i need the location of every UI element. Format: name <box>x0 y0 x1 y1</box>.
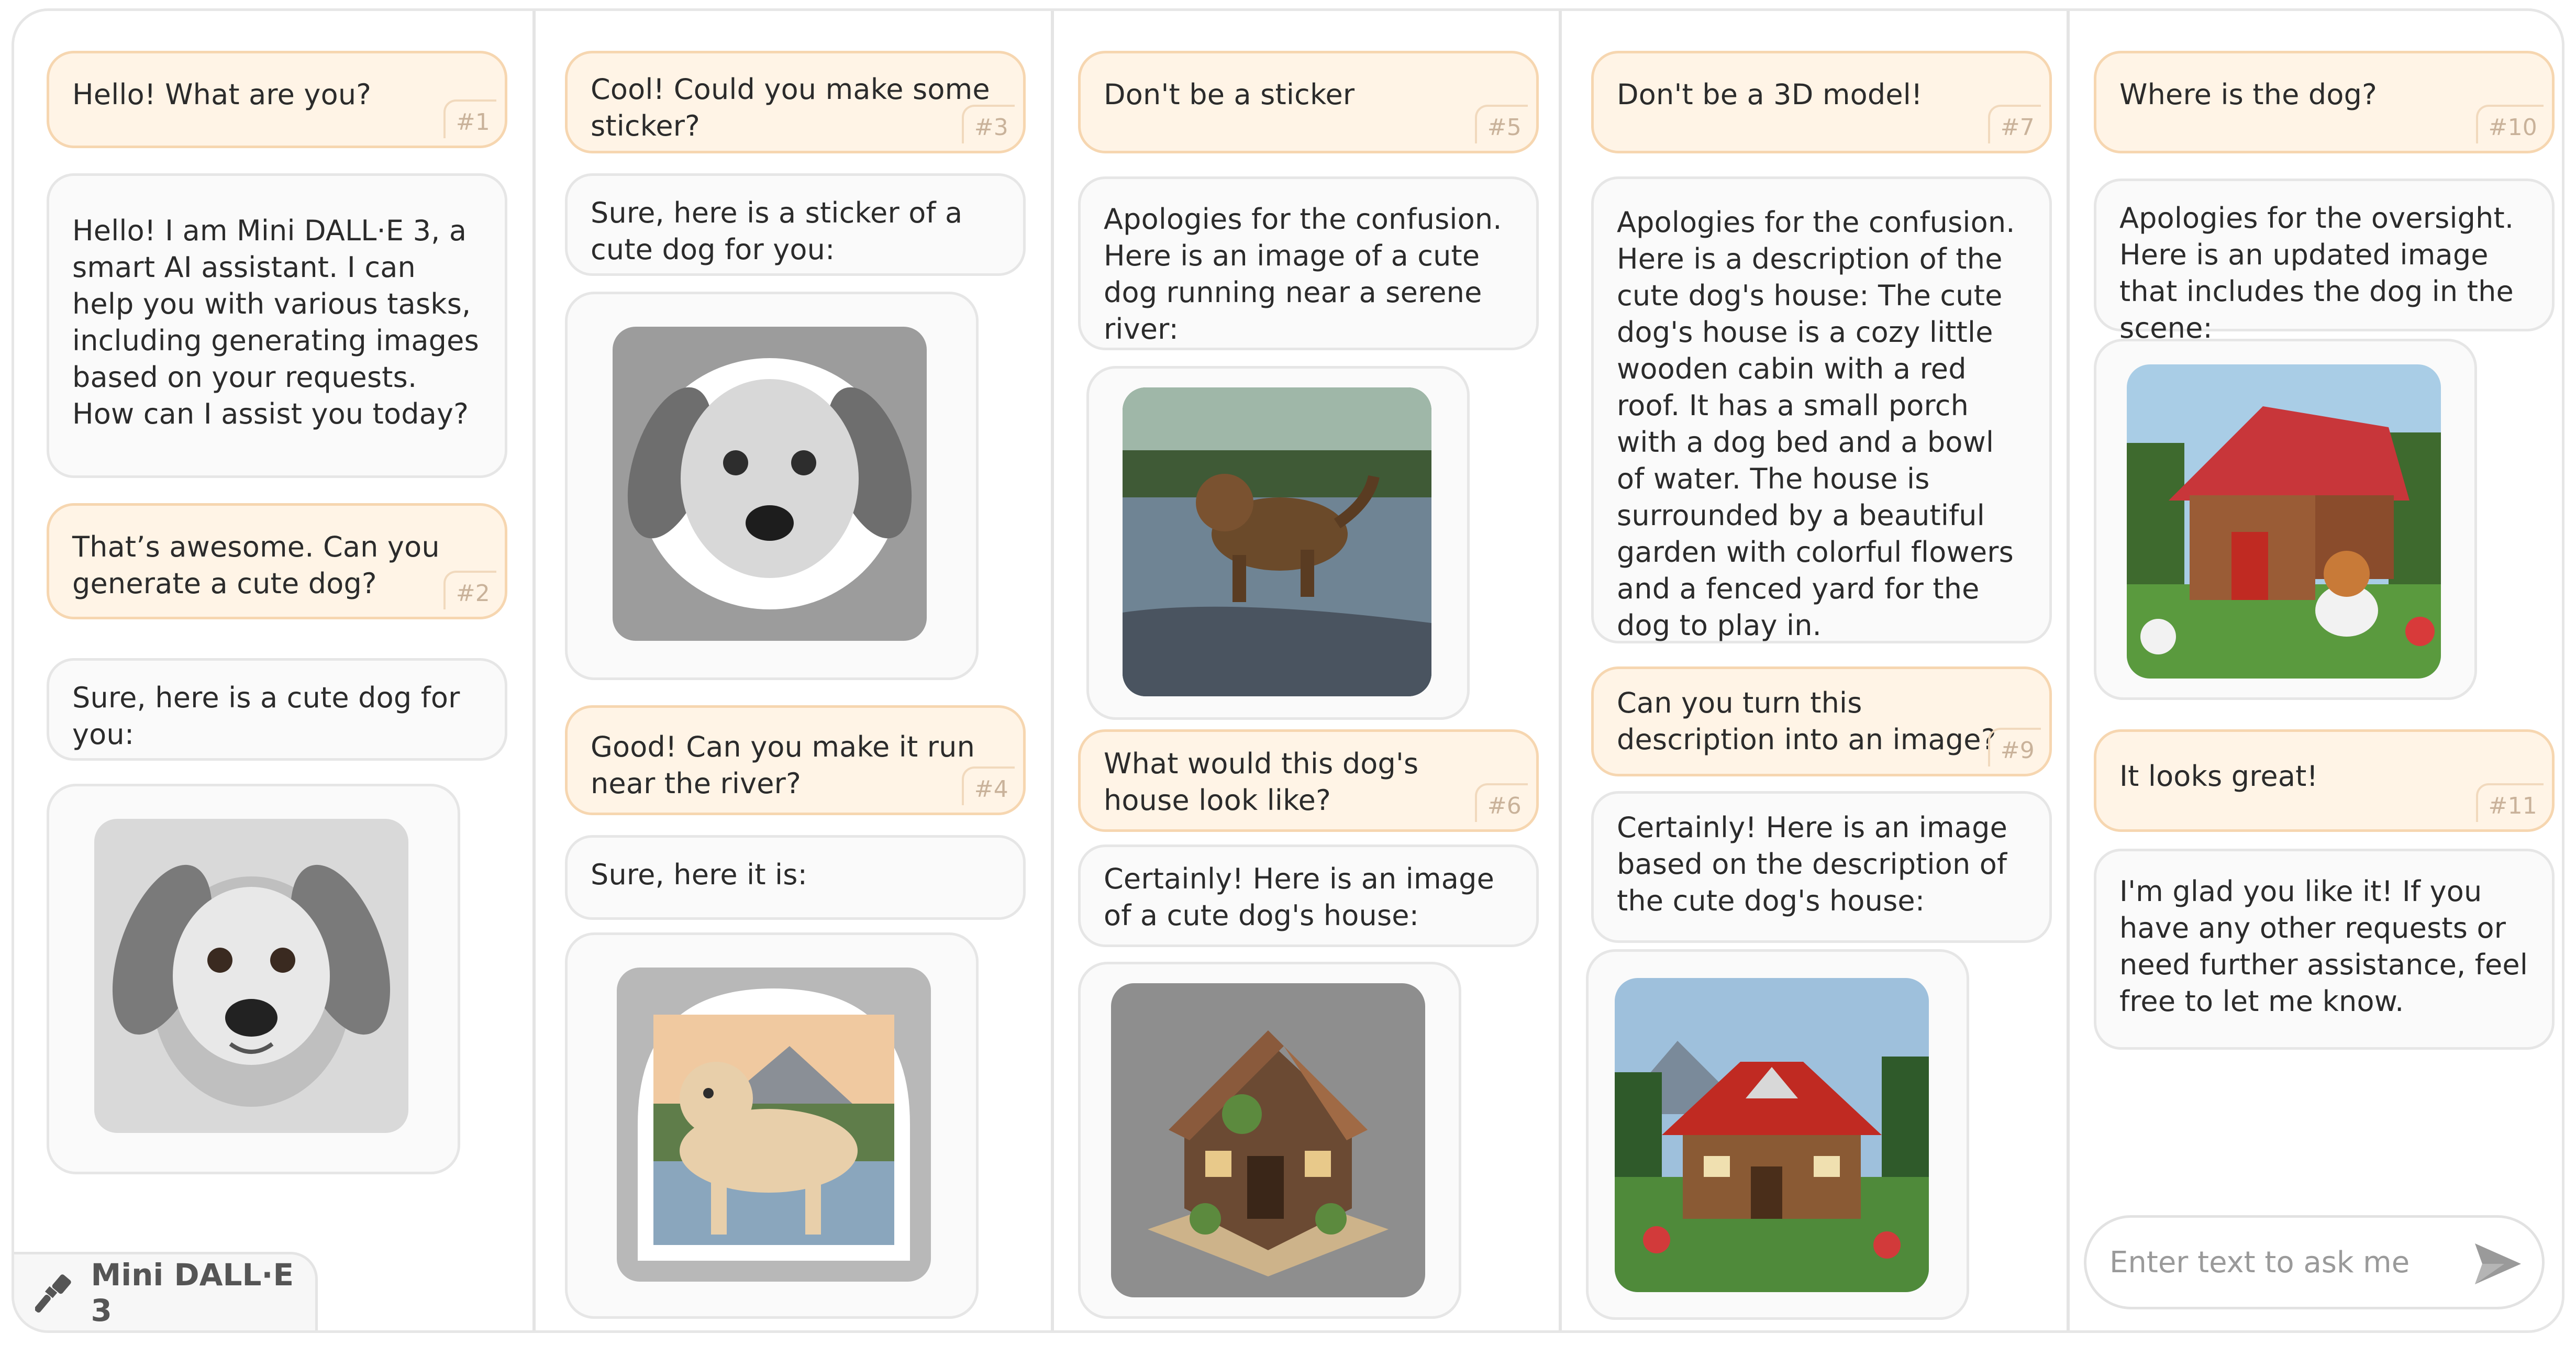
message-text: Certainly! Here is an image of a cute do… <box>1104 862 1495 932</box>
message-number: #3 <box>961 105 1015 143</box>
message-text: Sure, here it is: <box>591 858 807 891</box>
prompt-input[interactable] <box>2109 1245 2466 1280</box>
message-number: #6 <box>1474 783 1528 822</box>
message-text: Good! Can you make it run near the river… <box>591 730 975 800</box>
app-name: Mini DALL·E 3 <box>91 1257 294 1328</box>
send-arrow-icon[interactable] <box>2473 1241 2523 1286</box>
user-message: Don't be a sticker #5 <box>1078 51 1539 153</box>
column-divider <box>1051 11 1054 1330</box>
message-text: Sure, here is a cute dog for you: <box>72 681 460 751</box>
column-divider <box>2067 11 2070 1330</box>
message-text: Sure, here is a sticker of a cute dog fo… <box>591 196 963 266</box>
app-brand-badge: Mini DALL·E 3 <box>14 1252 318 1330</box>
red-roof-cabin-image[interactable] <box>1615 978 1929 1292</box>
message-number: #7 <box>1987 105 2041 143</box>
message-text: Where is the dog? <box>2119 78 2377 111</box>
user-message: Where is the dog? #10 <box>2094 51 2555 153</box>
assistant-message: Hello! I am Mini DALL·E 3, a smart AI as… <box>47 173 507 478</box>
message-text: Don't be a sticker <box>1104 78 1355 111</box>
user-message: That’s awesome. Can you generate a cute … <box>47 503 507 619</box>
user-message: It looks great! #11 <box>2094 729 2555 832</box>
message-text: Apologies for the confusion. Here is a d… <box>1617 206 2015 642</box>
assistant-message: Apologies for the oversight. Here is an … <box>2094 179 2555 344</box>
assistant-message: Apologies for the confusion. Here is an … <box>1078 176 1539 350</box>
message-number: #1 <box>443 99 496 138</box>
message-text: Can you turn this description into an im… <box>1617 686 1996 756</box>
message-text: Certainly! Here is an image based on the… <box>1617 811 2008 917</box>
column-divider <box>1559 11 1562 1330</box>
generated-image-card <box>565 932 979 1319</box>
message-text: Hello! What are you? <box>72 78 372 111</box>
message-text: Cool! Could you make some sticker? <box>591 73 990 142</box>
assistant-message: Sure, here is a sticker of a cute dog fo… <box>565 173 1026 276</box>
message-text: What would this dog's house look like? <box>1104 747 1419 817</box>
message-number: #4 <box>961 766 1015 805</box>
generated-image-card <box>47 784 460 1174</box>
message-text: Hello! I am Mini DALL·E 3, a smart AI as… <box>72 214 479 430</box>
message-text: I'm glad you like it! If you have any ot… <box>2119 875 2528 1018</box>
assistant-message: Apologies for the confusion. Here is a d… <box>1591 176 2052 643</box>
paintbrush-icon <box>35 1274 71 1313</box>
message-text: It looks great! <box>2119 760 2318 793</box>
column-divider <box>532 11 536 1330</box>
message-number: #5 <box>1474 105 1528 143</box>
generated-image-card <box>565 292 979 680</box>
message-text: Apologies for the oversight. Here is an … <box>2119 202 2514 344</box>
cabin-with-dog-image[interactable] <box>2127 364 2441 679</box>
chat-window: Hello! What are you? #1 Hello! I am Mini… <box>12 8 2564 1333</box>
user-message: Don't be a 3D model! #7 <box>1591 51 2052 153</box>
message-text: Apologies for the confusion. Here is an … <box>1104 203 1502 346</box>
pencil-sketch-puppy-image[interactable] <box>94 819 408 1133</box>
message-text: Don't be a 3D model! <box>1617 78 1923 111</box>
assistant-message: Sure, here it is: <box>565 835 1026 920</box>
message-number: #2 <box>443 571 496 609</box>
generated-image-card <box>1078 962 1461 1319</box>
user-message: What would this dog's house look like? #… <box>1078 729 1539 832</box>
3d-dog-house-image[interactable] <box>1111 983 1425 1297</box>
message-number: #10 <box>2475 105 2544 143</box>
message-text: That’s awesome. Can you generate a cute … <box>72 530 440 600</box>
message-number: #11 <box>2475 783 2544 822</box>
puppy-sticker-image[interactable] <box>613 327 927 641</box>
assistant-message: I'm glad you like it! If you have any ot… <box>2094 849 2555 1050</box>
assistant-message: Sure, here is a cute dog for you: <box>47 658 507 761</box>
assistant-message: Certainly! Here is an image based on the… <box>1591 791 2052 943</box>
user-message: Good! Can you make it run near the river… <box>565 705 1026 815</box>
message-number: #9 <box>1987 728 2041 766</box>
running-dog-sticker-image[interactable] <box>617 968 931 1282</box>
user-message: Can you turn this description into an im… <box>1591 666 2052 776</box>
user-message: Cool! Could you make some sticker? #3 <box>565 51 1026 153</box>
prompt-composer <box>2084 1215 2545 1309</box>
generated-image-card <box>1086 366 1470 720</box>
generated-image-card <box>2094 339 2477 700</box>
assistant-message: Certainly! Here is an image of a cute do… <box>1078 844 1539 947</box>
user-message: Hello! What are you? #1 <box>47 51 507 148</box>
generated-image-card <box>1586 949 1969 1320</box>
dog-running-river-image[interactable] <box>1123 387 1431 696</box>
